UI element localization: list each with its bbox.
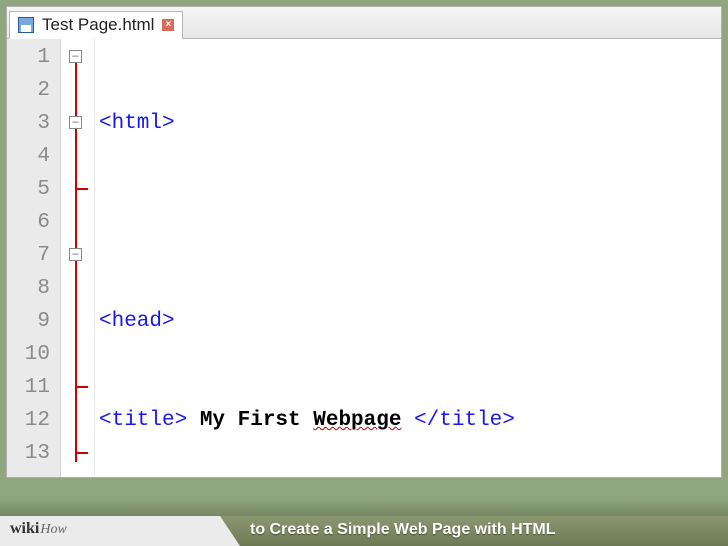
fold-column <box>61 39 95 477</box>
file-icon <box>18 17 34 33</box>
code-area[interactable]: <html> <head> <title> My First Webpage <… <box>95 39 721 477</box>
line-number-gutter: 1 2 3 4 5 6 7 8 9 10 11 12 13 <box>7 39 61 477</box>
line-number: 2 <box>7 74 50 107</box>
line-number: 12 <box>7 404 50 437</box>
line-number: 10 <box>7 338 50 371</box>
fold-end-icon <box>76 188 88 190</box>
line-number: 11 <box>7 371 50 404</box>
line-number: 7 <box>7 239 50 272</box>
line-number: 13 <box>7 437 50 470</box>
editor-window: Test Page.html × 1 2 3 4 5 6 7 8 9 10 11… <box>6 6 722 478</box>
line-number: 6 <box>7 206 50 239</box>
code-line <box>99 206 721 239</box>
watermark-footer: wikiHow to Create a Simple Web Page with… <box>0 516 728 546</box>
code-editor[interactable]: 1 2 3 4 5 6 7 8 9 10 11 12 13 <html> < <box>7 39 721 477</box>
tab-filename: Test Page.html <box>42 15 154 35</box>
code-line: <html> <box>99 107 721 140</box>
fold-toggle-icon[interactable] <box>69 116 82 129</box>
file-tab[interactable]: Test Page.html × <box>9 11 183 39</box>
fold-toggle-icon[interactable] <box>69 50 82 63</box>
line-number: 9 <box>7 305 50 338</box>
line-number: 1 <box>7 41 50 74</box>
watermark-title: to Create a Simple Web Page with HTML <box>220 516 728 546</box>
line-number: 5 <box>7 173 50 206</box>
code-line: <title> My First Webpage </title> <box>99 404 721 437</box>
fold-end-icon <box>76 452 88 454</box>
fold-toggle-icon[interactable] <box>69 248 82 261</box>
tab-bar: Test Page.html × <box>7 7 721 39</box>
line-number: 4 <box>7 140 50 173</box>
fold-end-icon <box>76 386 88 388</box>
watermark-brand: wikiHow <box>0 516 220 546</box>
close-icon[interactable]: × <box>162 19 174 31</box>
code-line: <head> <box>99 305 721 338</box>
line-number: 8 <box>7 272 50 305</box>
line-number: 3 <box>7 107 50 140</box>
